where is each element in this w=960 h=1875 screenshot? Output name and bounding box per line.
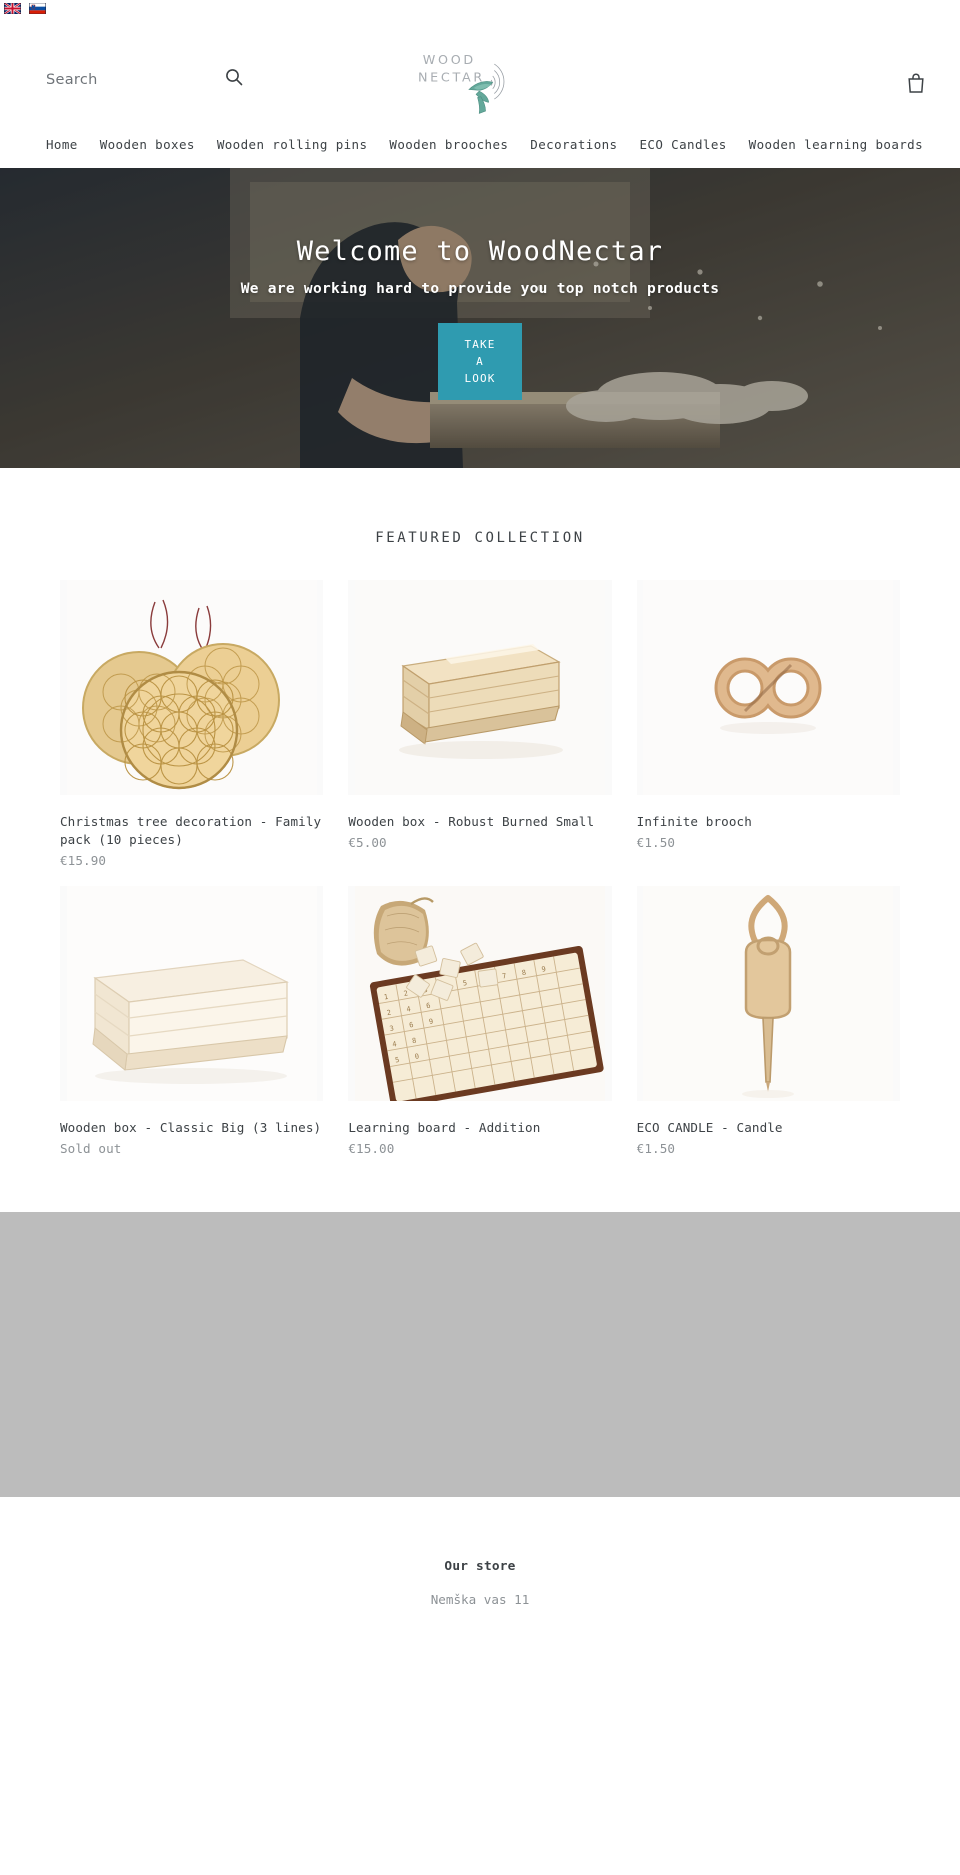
product-card[interactable]: 123 456 789 246 369 48 50 (348, 885, 612, 1156)
product-price: €1.50 (636, 834, 676, 850)
main-navigation: Home Wooden boxes Wooden rolling pins Wo… (0, 120, 960, 168)
svg-text:WOOD: WOOD (423, 52, 476, 67)
product-title: ECO CANDLE - Candle (636, 1119, 783, 1135)
footer-store-address: Nemška vas 11 (430, 1591, 530, 1607)
site-footer: Our store Nemška vas 11 (0, 1497, 960, 1610)
product-image-classic-crate (60, 885, 324, 1101)
product-price: €1.50 (636, 1140, 676, 1156)
product-card[interactable]: Infinite brooch €1.50 (636, 580, 900, 868)
product-title: Learning board - Addition (348, 1119, 541, 1135)
product-title: Wooden box - Robust Burned Small (348, 814, 595, 829)
featured-collection-section: FEATURED COLLECTION Christmas tree decor… (0, 468, 960, 1156)
placeholder-media-block (0, 1211, 960, 1497)
nav-item-wooden-boxes[interactable]: Wooden boxes (100, 137, 209, 152)
hero-banner: Welcome to WoodNectar We are working har… (0, 168, 960, 468)
product-image-ornament-discs (60, 580, 324, 795)
site-header: WOOD NECTAR (0, 20, 960, 120)
nav-item-home[interactable]: Home (46, 137, 92, 152)
take-a-look-button[interactable]: TAKE A LOOK (438, 322, 522, 401)
nav-item-decorations[interactable]: Decorations (530, 137, 631, 152)
svg-text:NECTAR: NECTAR (418, 70, 485, 85)
product-grid: Christmas tree decoration - Family pack … (0, 580, 960, 1156)
slovenian-flag[interactable] (29, 3, 46, 14)
product-price: €15.00 (348, 1140, 395, 1156)
nav-item-eco-candles[interactable]: ECO Candles (639, 137, 740, 152)
product-card[interactable]: Christmas tree decoration - Family pack … (60, 580, 324, 868)
search-input[interactable] (46, 72, 236, 88)
featured-collection-heading: FEATURED COLLECTION (375, 530, 585, 546)
product-title: Wooden box - Classic Big (3 lines) (60, 1119, 322, 1135)
footer-store-heading: Our store (444, 1558, 516, 1574)
search-icon[interactable] (224, 67, 244, 87)
product-price: €5.00 (348, 834, 387, 850)
hero-subtitle: We are working hard to provide you top n… (240, 280, 720, 297)
product-card[interactable]: ECO CANDLE - Candle €1.50 (636, 885, 900, 1156)
product-image-infinity-brooch (636, 580, 900, 795)
cart-icon[interactable] (906, 72, 926, 94)
product-image-eco-candle (636, 885, 900, 1101)
hero-title: Welcome to WoodNectar (296, 235, 664, 267)
language-bar (0, 0, 960, 20)
site-logo[interactable]: WOOD NECTAR (400, 45, 560, 115)
page-root: WOOD NECTAR (0, 0, 960, 1610)
product-price: Sold out (60, 1140, 122, 1156)
product-title: Infinite brooch (636, 814, 752, 829)
nav-item-wooden-learning-boards[interactable]: Wooden learning boards (749, 137, 937, 152)
product-image-learning-board: 123 456 789 246 369 48 50 (348, 885, 612, 1101)
product-price: €15.90 (60, 852, 107, 868)
product-image-burned-crate (348, 580, 612, 795)
search-form (46, 69, 276, 88)
nav-item-wooden-rolling-pins[interactable]: Wooden rolling pins (217, 137, 382, 152)
product-title: Christmas tree decoration - Family pack … (60, 814, 322, 847)
product-card[interactable]: Wooden box - Classic Big (3 lines) Sold … (60, 885, 324, 1156)
english-flag[interactable] (4, 3, 21, 14)
product-card[interactable]: Wooden box - Robust Burned Small €5.00 (348, 580, 612, 868)
nav-item-wooden-brooches[interactable]: Wooden brooches (389, 137, 522, 152)
